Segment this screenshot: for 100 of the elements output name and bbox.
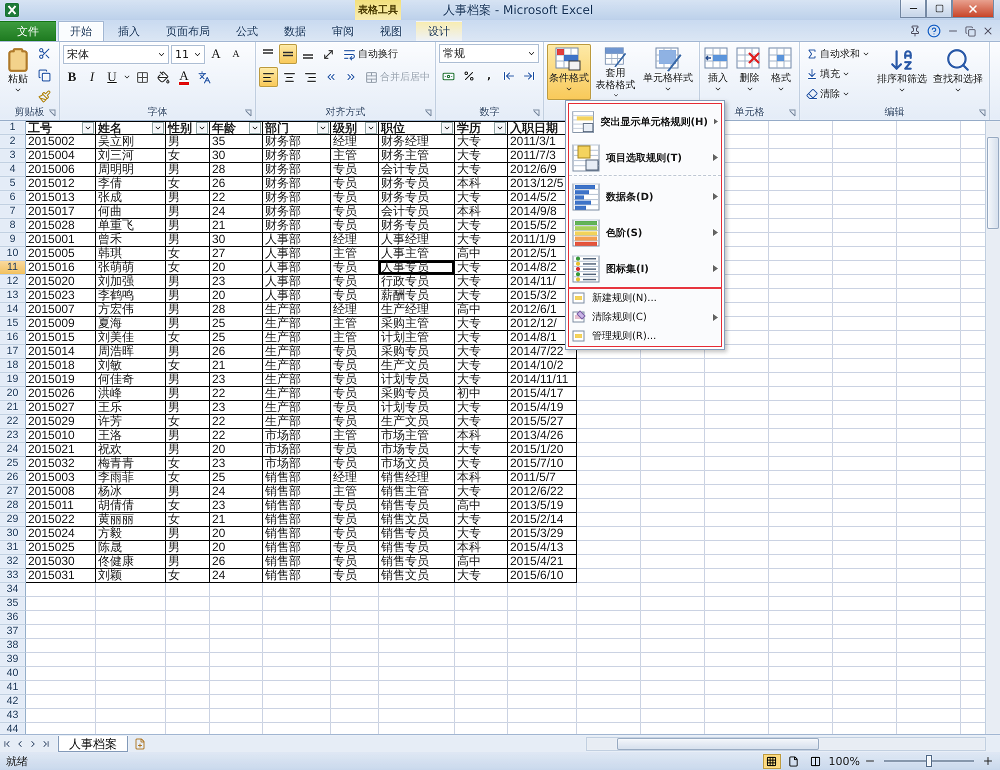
editing-button[interactable]: 填充: [803, 64, 873, 84]
font-style-button[interactable]: U: [103, 67, 121, 87]
maximize-button[interactable]: [926, 0, 952, 18]
zoom-in-icon[interactable]: [982, 755, 994, 767]
ribbon-tab[interactable]: 文件: [0, 21, 56, 41]
ribbon-tab[interactable]: 开始: [58, 21, 104, 41]
menu-item-label: 突出显示单元格规则(H): [600, 116, 708, 128]
dialog-launcher-icon[interactable]: [244, 109, 252, 117]
menu-item[interactable]: 数据条(D): [569, 179, 721, 215]
wrap-text-button[interactable]: 自动换行: [340, 44, 401, 64]
horizontal-align-button[interactable]: [259, 67, 278, 87]
comma-style-button[interactable]: ,: [480, 66, 498, 86]
cell-text: 刘加强: [97, 275, 134, 288]
style-button[interactable]: 条件格式: [547, 44, 591, 100]
restore-icon[interactable]: [965, 26, 976, 36]
menu-item[interactable]: 项目选取规则(T): [569, 140, 721, 176]
number-format-dropdown[interactable]: 常规: [439, 44, 539, 63]
cells-button[interactable]: 插入: [703, 44, 733, 100]
cell-text: 2015029: [27, 415, 75, 428]
cell-text: 2013/12/5: [509, 177, 564, 190]
filter-button[interactable]: [249, 122, 261, 134]
editing-button[interactable]: 自动求和: [803, 44, 873, 64]
eraser-icon: [806, 88, 818, 100]
view-button[interactable]: [762, 754, 781, 768]
style-button[interactable]: 套用 表格格式: [592, 44, 638, 100]
font-style-button[interactable]: B: [63, 67, 81, 87]
insert-sheet-icon[interactable]: [134, 738, 146, 750]
ribbon-tab[interactable]: 公式: [224, 21, 270, 41]
chevrons-right-icon: [345, 71, 357, 83]
dialog-launcher-icon[interactable]: [424, 109, 432, 117]
menu-item[interactable]: 色阶(S): [569, 215, 721, 251]
cell-text: 采购主管: [380, 317, 429, 330]
menu-item[interactable]: 管理规则(R)...: [569, 327, 721, 346]
menu-item[interactable]: 清除规则(C): [569, 308, 721, 327]
vertical-scrollbar[interactable]: [985, 121, 1000, 734]
cell-text: 销售部: [264, 513, 301, 526]
cell-text: 2015004: [27, 149, 75, 162]
scroll-thumb[interactable]: [617, 738, 819, 750]
cell-text: 女: [167, 359, 180, 372]
pin-icon[interactable]: [909, 25, 921, 37]
grow-font-button[interactable]: A: [207, 44, 225, 64]
cell-text: 大专: [456, 443, 481, 456]
ribbon-tab[interactable]: 页面布局: [154, 21, 222, 41]
font-name-dropdown[interactable]: 宋体: [63, 44, 169, 64]
filter-button[interactable]: [196, 122, 208, 134]
filter-button[interactable]: [494, 122, 506, 134]
cell-text: 男: [167, 275, 180, 288]
horizontal-scrollbar[interactable]: [586, 736, 986, 750]
ribbon-tab[interactable]: 数据: [272, 21, 318, 41]
font-color-button[interactable]: A: [175, 67, 193, 87]
sheet-tab[interactable]: 人事档案: [58, 736, 128, 752]
ribbon-tab[interactable]: 插入: [106, 21, 152, 41]
cell-text: 2015/3/2: [509, 289, 557, 302]
cells-button[interactable]: 格式: [766, 44, 796, 100]
editing-button[interactable]: 清除: [803, 84, 873, 104]
editing-button[interactable]: 查找和选择: [931, 44, 985, 100]
paste-button[interactable]: 粘贴: [3, 44, 33, 100]
dialog-launcher-icon[interactable]: [48, 109, 56, 117]
cell-text: 财务部: [264, 149, 301, 162]
row-number: 2: [0, 135, 26, 149]
menu-item[interactable]: 突出显示单元格规则(H): [569, 104, 721, 140]
cell-text: 2012/5/1: [509, 247, 557, 260]
filter-button[interactable]: [441, 122, 453, 134]
cell-text: 24: [211, 205, 226, 218]
cell-text: 24: [211, 569, 226, 582]
cell-text: 胡倩倩: [97, 499, 134, 512]
dialog-launcher-icon[interactable]: [788, 109, 796, 117]
filter-button[interactable]: [152, 122, 164, 134]
filter-button[interactable]: [82, 122, 94, 134]
menu-item[interactable]: 新建规则(N)...: [569, 289, 721, 308]
style-button[interactable]: 单元格样式: [640, 44, 696, 100]
ribbon-tab[interactable]: 设计: [416, 21, 462, 41]
filter-button[interactable]: [365, 122, 377, 134]
ribbon-tab[interactable]: 审阅: [320, 21, 366, 41]
ribbon-tab[interactable]: 视图: [368, 21, 414, 41]
cell-text: 主管: [332, 331, 357, 344]
dialog-launcher-icon[interactable]: [532, 109, 540, 117]
font-size-dropdown[interactable]: 11: [171, 44, 205, 64]
cell-text: 2011/7/3: [509, 149, 556, 162]
scroll-thumb[interactable]: [987, 137, 999, 229]
editing-button[interactable]: 排序和筛选: [875, 44, 929, 100]
shrink-font-button[interactable]: A: [227, 44, 245, 64]
filter-button[interactable]: [317, 122, 329, 134]
cell-text: 销售主管: [380, 485, 429, 498]
arrow-left-icon: [503, 70, 515, 82]
cell-text: 2015013: [27, 191, 75, 204]
cell-text: 专员: [332, 415, 357, 428]
cell-text: 男: [167, 135, 180, 148]
close-icon[interactable]: [982, 25, 994, 37]
cell-text: 30: [211, 149, 226, 162]
slider-thumb[interactable]: [926, 755, 932, 767]
dialog-launcher-icon[interactable]: [978, 109, 986, 117]
vertical-align-button[interactable]: [279, 44, 297, 64]
cell-text: 财务经理: [380, 135, 429, 148]
help-icon[interactable]: [927, 24, 941, 38]
menu-item[interactable]: 图标集(I): [569, 251, 721, 287]
font-style-button[interactable]: I: [83, 67, 101, 87]
cell-text: 专员: [332, 177, 357, 190]
cells-button[interactable]: 删除: [734, 44, 764, 100]
close-button[interactable]: [952, 0, 994, 18]
